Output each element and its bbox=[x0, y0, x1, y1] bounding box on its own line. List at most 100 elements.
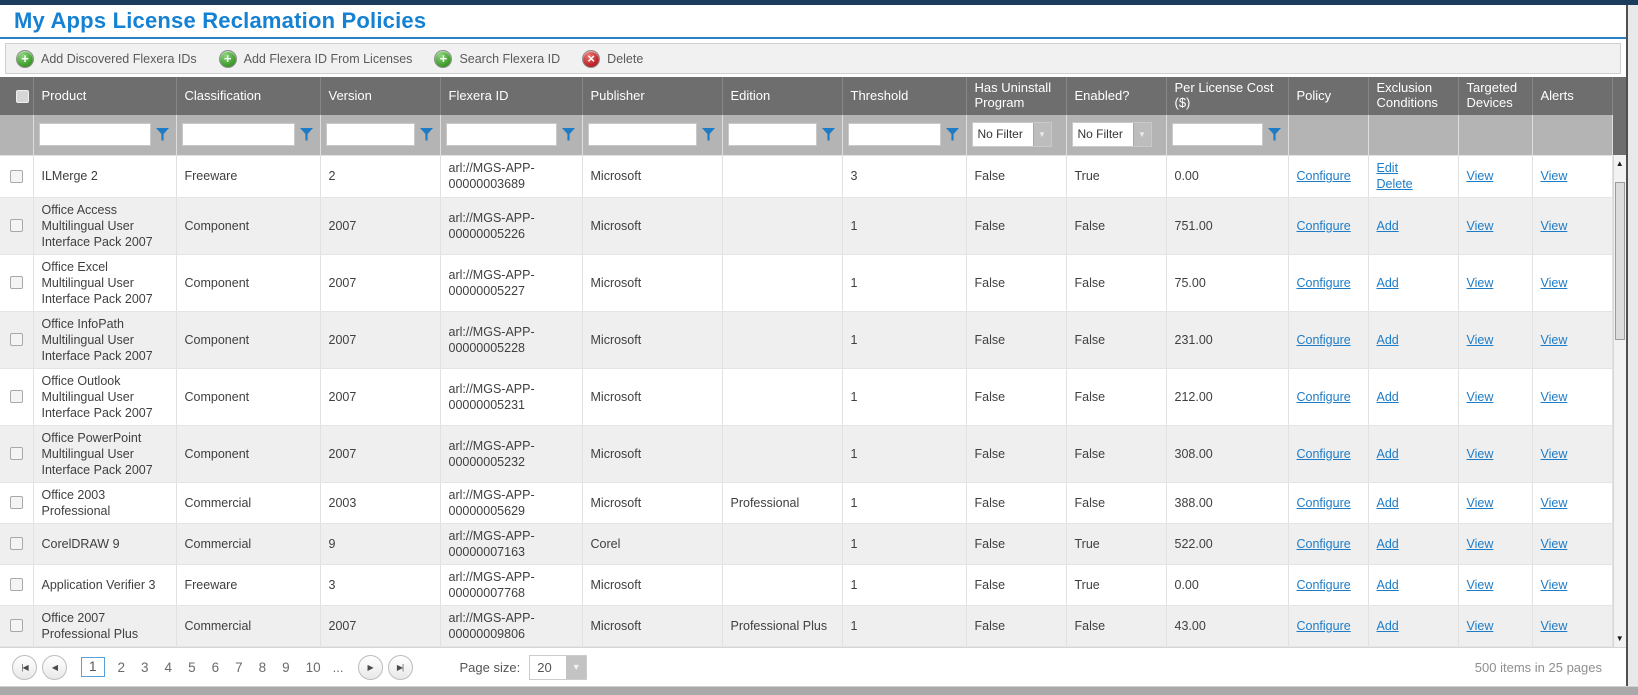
view-link[interactable]: View bbox=[1467, 495, 1494, 511]
column-header-alerts[interactable]: Alerts bbox=[1532, 77, 1612, 115]
filter-icon-flexera-id[interactable] bbox=[562, 128, 577, 141]
view-link[interactable]: View bbox=[1541, 536, 1568, 552]
view-link[interactable]: View bbox=[1541, 218, 1568, 234]
pager-page-7[interactable]: 7 bbox=[235, 660, 243, 675]
chevron-down-icon[interactable]: ▼ bbox=[1133, 123, 1151, 146]
row-checkbox[interactable] bbox=[10, 390, 23, 403]
view-link[interactable]: View bbox=[1467, 618, 1494, 634]
pager-prev-button[interactable]: ◀ bbox=[42, 655, 67, 680]
filter-icon-classification[interactable] bbox=[300, 128, 315, 141]
add-link[interactable]: Add bbox=[1377, 275, 1399, 291]
view-link[interactable]: View bbox=[1467, 168, 1494, 184]
row-checkbox[interactable] bbox=[10, 447, 23, 460]
row-checkbox[interactable] bbox=[10, 276, 23, 289]
filter-icon-product[interactable] bbox=[156, 128, 171, 141]
configure-link[interactable]: Configure bbox=[1297, 275, 1351, 291]
row-checkbox[interactable] bbox=[10, 496, 23, 509]
add-discovered-flexera-ids-button[interactable]: +Add Discovered Flexera IDs bbox=[16, 50, 197, 68]
pager-page-10[interactable]: 10 bbox=[306, 660, 321, 675]
view-link[interactable]: View bbox=[1467, 536, 1494, 552]
column-header-enabled[interactable]: Enabled? bbox=[1066, 77, 1166, 115]
filter-input-product[interactable] bbox=[39, 123, 151, 146]
column-header-has-uninstall-program[interactable]: Has Uninstall Program bbox=[966, 77, 1066, 115]
view-link[interactable]: View bbox=[1467, 332, 1494, 348]
configure-link[interactable]: Configure bbox=[1297, 168, 1351, 184]
view-link[interactable]: View bbox=[1541, 332, 1568, 348]
configure-link[interactable]: Configure bbox=[1297, 332, 1351, 348]
column-header-per-license-cost[interactable]: Per License Cost ($) bbox=[1166, 77, 1288, 115]
row-checkbox[interactable] bbox=[10, 170, 23, 183]
view-link[interactable]: View bbox=[1467, 218, 1494, 234]
pager-first-button[interactable]: |◀ bbox=[12, 655, 37, 680]
configure-link[interactable]: Configure bbox=[1297, 446, 1351, 462]
column-header-select-all[interactable] bbox=[0, 77, 33, 115]
add-link[interactable]: Add bbox=[1377, 446, 1399, 462]
pager-page-9[interactable]: 9 bbox=[282, 660, 290, 675]
view-link[interactable]: View bbox=[1541, 495, 1568, 511]
column-header-product[interactable]: Product bbox=[33, 77, 176, 115]
edit-link[interactable]: Edit bbox=[1377, 160, 1399, 176]
add-link[interactable]: Add bbox=[1377, 218, 1399, 234]
view-link[interactable]: View bbox=[1541, 389, 1568, 405]
configure-link[interactable]: Configure bbox=[1297, 618, 1351, 634]
configure-link[interactable]: Configure bbox=[1297, 536, 1351, 552]
select-all-checkbox[interactable] bbox=[16, 90, 29, 103]
filter-input-edition[interactable] bbox=[728, 123, 817, 146]
vertical-scrollbar[interactable]: ▲ ▼ bbox=[1613, 155, 1627, 647]
view-link[interactable]: View bbox=[1467, 275, 1494, 291]
column-header-threshold[interactable]: Threshold bbox=[842, 77, 966, 115]
pager-page-5[interactable]: 5 bbox=[188, 660, 196, 675]
page-size-dropdown-icon[interactable]: ▼ bbox=[566, 656, 586, 679]
view-link[interactable]: View bbox=[1541, 577, 1568, 593]
filter-icon-edition[interactable] bbox=[822, 128, 837, 141]
configure-link[interactable]: Configure bbox=[1297, 389, 1351, 405]
column-header-policy[interactable]: Policy bbox=[1288, 77, 1368, 115]
row-checkbox[interactable] bbox=[10, 333, 23, 346]
configure-link[interactable]: Configure bbox=[1297, 495, 1351, 511]
pager-page-2[interactable]: 2 bbox=[118, 660, 126, 675]
view-link[interactable]: View bbox=[1541, 275, 1568, 291]
configure-link[interactable]: Configure bbox=[1297, 218, 1351, 234]
column-header-exclusion-conditions[interactable]: Exclusion Conditions bbox=[1368, 77, 1458, 115]
add-link[interactable]: Add bbox=[1377, 536, 1399, 552]
filter-input-flexera-id[interactable] bbox=[446, 123, 557, 146]
row-checkbox[interactable] bbox=[10, 537, 23, 550]
scroll-up-button[interactable]: ▲ bbox=[1614, 155, 1627, 172]
row-checkbox[interactable] bbox=[10, 619, 23, 632]
pager-page-8[interactable]: 8 bbox=[259, 660, 267, 675]
view-link[interactable]: View bbox=[1541, 446, 1568, 462]
column-header-flexera-id[interactable]: Flexera ID bbox=[440, 77, 582, 115]
column-header-version[interactable]: Version bbox=[320, 77, 440, 115]
filter-input-threshold[interactable] bbox=[848, 123, 941, 146]
column-header-targeted-devices[interactable]: Targeted Devices bbox=[1458, 77, 1532, 115]
filter-icon-version[interactable] bbox=[420, 128, 435, 141]
filter-icon-publisher[interactable] bbox=[702, 128, 717, 141]
pager-last-button[interactable]: ▶| bbox=[388, 655, 413, 680]
column-header-classification[interactable]: Classification bbox=[176, 77, 320, 115]
scroll-track[interactable] bbox=[1614, 172, 1627, 630]
pager-page-4[interactable]: 4 bbox=[165, 660, 173, 675]
add-link[interactable]: Add bbox=[1377, 618, 1399, 634]
chevron-down-icon[interactable]: ▼ bbox=[1033, 123, 1051, 146]
pager-page-1[interactable]: 1 bbox=[81, 657, 105, 677]
view-link[interactable]: View bbox=[1467, 577, 1494, 593]
filter-input-classification[interactable] bbox=[182, 123, 295, 146]
page-size-select[interactable]: 20 ▼ bbox=[529, 655, 587, 680]
row-checkbox[interactable] bbox=[10, 578, 23, 591]
filter-select-has-uninstall-program[interactable]: No Filter▼ bbox=[972, 122, 1052, 147]
add-link[interactable]: Add bbox=[1377, 577, 1399, 593]
add-link[interactable]: Add bbox=[1377, 332, 1399, 348]
scroll-thumb[interactable] bbox=[1615, 182, 1626, 340]
filter-input-publisher[interactable] bbox=[588, 123, 697, 146]
view-link[interactable]: View bbox=[1541, 168, 1568, 184]
pager-ellipsis[interactable]: ... bbox=[333, 660, 344, 675]
view-link[interactable]: View bbox=[1467, 446, 1494, 462]
add-link[interactable]: Add bbox=[1377, 495, 1399, 511]
view-link[interactable]: View bbox=[1541, 618, 1568, 634]
pager-page-6[interactable]: 6 bbox=[212, 660, 220, 675]
pager-next-button[interactable]: ▶ bbox=[358, 655, 383, 680]
delete-link[interactable]: Delete bbox=[1377, 176, 1413, 192]
configure-link[interactable]: Configure bbox=[1297, 577, 1351, 593]
delete-button[interactable]: ×Delete bbox=[582, 50, 643, 68]
filter-input-version[interactable] bbox=[326, 123, 415, 146]
